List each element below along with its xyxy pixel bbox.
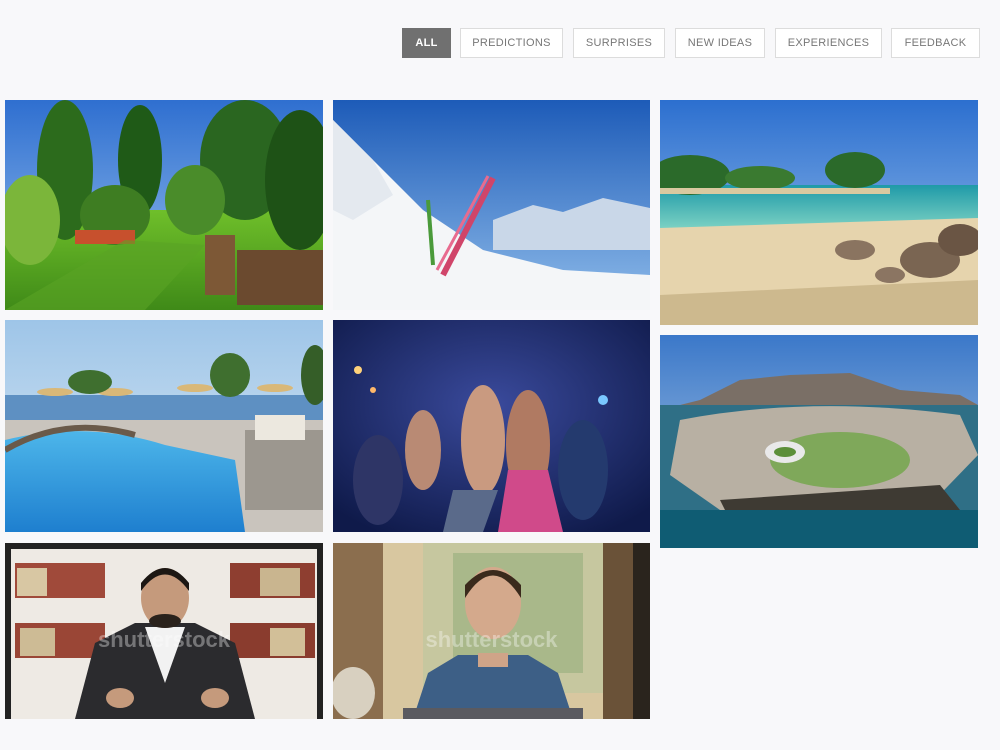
gallery-image-garden[interactable] — [5, 100, 323, 310]
gallery-image-cape-town[interactable] — [660, 335, 978, 548]
gallery-image-pool[interactable] — [5, 320, 323, 532]
gallery-image-party[interactable] — [333, 320, 650, 532]
watermark-text: shutterstock — [425, 627, 558, 653]
filter-experiences-button[interactable]: EXPERIENCES — [775, 28, 882, 58]
filter-all-button[interactable]: ALL — [402, 28, 451, 58]
gallery-image-man-table[interactable]: shutterstock — [333, 543, 650, 719]
filter-surprises-button[interactable]: SURPRISES — [573, 28, 665, 58]
gallery-image-beach[interactable] — [660, 100, 978, 325]
watermark-text: shutterstock — [97, 627, 231, 653]
filter-predictions-button[interactable]: PREDICTIONS — [460, 28, 563, 58]
gallery-image-man-office[interactable]: shutterstock — [5, 543, 323, 719]
filter-new-ideas-button[interactable]: NEW IDEAS — [675, 28, 765, 58]
filter-feedback-button[interactable]: FEEDBACK — [891, 28, 980, 58]
filter-bar: ALL PREDICTIONS SURPRISES NEW IDEAS EXPE… — [0, 28, 1000, 60]
gallery-image-ski[interactable] — [333, 100, 650, 310]
